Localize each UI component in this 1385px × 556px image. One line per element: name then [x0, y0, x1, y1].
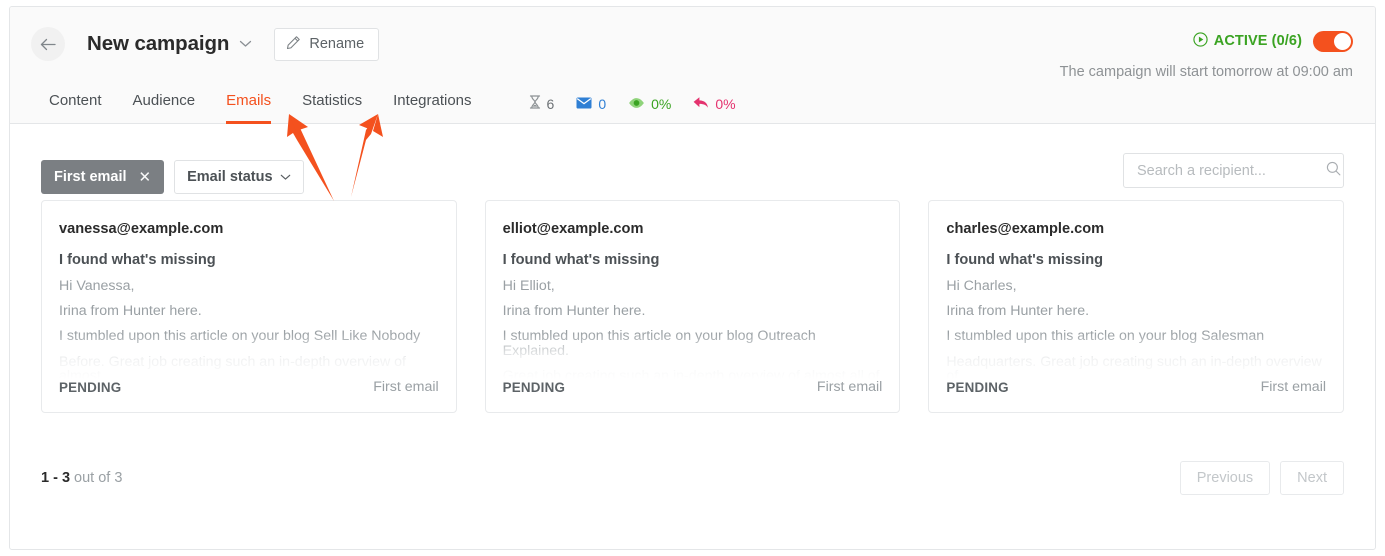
- email-card-list: vanessa@example.com I found what's missi…: [41, 200, 1345, 413]
- email-preview: Hi Charles, Irina from Hunter here. I st…: [946, 279, 1327, 379]
- preview-line: Hi Elliot,: [502, 279, 555, 294]
- status-badge: PENDING: [59, 379, 122, 395]
- recipient-email: elliot@example.com: [502, 221, 644, 237]
- rename-button[interactable]: Rename: [274, 27, 380, 61]
- pagination: 1 - 3 out of 3 Previous Next: [41, 413, 1344, 495]
- arrow-left-icon: [40, 37, 57, 52]
- campaign-window: New campaign Rename ACTIVE (0/6) The cam…: [9, 6, 1376, 550]
- tab-statistics[interactable]: Statistics: [302, 92, 362, 124]
- status-text: ACTIVE (0/6): [1213, 33, 1302, 49]
- status-badge: PENDING: [502, 379, 566, 395]
- status-row: ACTIVE (0/6): [1060, 27, 1353, 55]
- preview-line: Irina from Hunter here.: [502, 303, 646, 320]
- email-step-label: First email: [373, 379, 439, 395]
- campaign-active-toggle[interactable]: [1313, 30, 1353, 52]
- chevron-down-icon[interactable]: [239, 40, 252, 48]
- preview-line: I stumbled upon this article on your blo…: [946, 328, 1265, 345]
- email-card[interactable]: vanessa@example.com I found what's missi…: [41, 200, 457, 413]
- email-status-dropdown-label: Email status: [187, 168, 273, 185]
- reply-arrow-icon: [693, 96, 709, 112]
- email-card[interactable]: charles@example.com I found what's missi…: [928, 200, 1345, 413]
- pagination-range: 1 - 3: [41, 470, 71, 486]
- page-title: New campaign: [87, 32, 230, 55]
- emails-panel: First email ✕ Email status Search a reci…: [10, 124, 1375, 495]
- tab-emails[interactable]: Emails: [226, 92, 272, 124]
- search-box[interactable]: [1123, 153, 1344, 188]
- preview-line: I stumbled upon this article on your blo…: [502, 328, 816, 359]
- pagination-buttons: Previous Next: [1179, 461, 1344, 495]
- rename-label: Rename: [309, 36, 365, 52]
- play-circle-icon: [1193, 31, 1208, 51]
- email-preview: Hi Elliot, Irina from Hunter here. I stu…: [502, 279, 883, 379]
- email-subject: I found what's missing: [502, 252, 660, 268]
- previous-page-button[interactable]: Previous: [1179, 461, 1271, 495]
- preview-line: Irina from Hunter here.: [59, 303, 202, 320]
- email-step-label: First email: [1260, 379, 1327, 395]
- schedule-note: The campaign will start tomorrow at 09:0…: [1059, 64, 1353, 80]
- card-footer: PENDING First email: [946, 379, 1327, 412]
- metric-replied: 0%: [693, 95, 736, 112]
- next-page-button[interactable]: Next: [1280, 461, 1344, 495]
- card-footer: PENDING First email: [502, 379, 883, 412]
- close-icon[interactable]: ✕: [139, 168, 152, 186]
- recipient-email: charles@example.com: [946, 221, 1105, 237]
- metric-sent-value: 0: [598, 95, 607, 112]
- preview-line: I stumbled upon this article on your blo…: [59, 328, 421, 345]
- metric-opened: 0%: [628, 96, 671, 112]
- metric-sent: 0: [576, 96, 606, 112]
- page-header: New campaign Rename ACTIVE (0/6) The cam…: [10, 7, 1375, 124]
- filter-chip-first-email[interactable]: First email ✕: [41, 159, 165, 194]
- hourglass-icon: [529, 95, 541, 112]
- email-step-label: First email: [816, 379, 883, 395]
- status-badge: ACTIVE (0/6): [1193, 31, 1302, 51]
- preview-line: Irina from Hunter here.: [946, 303, 1090, 320]
- recipient-email: vanessa@example.com: [59, 221, 224, 237]
- metric-pending-value: 6: [546, 95, 555, 112]
- metric-replied-value: 0%: [715, 95, 736, 112]
- preview-line: Headquarters. Great job creating such an…: [946, 353, 1322, 379]
- email-status-dropdown[interactable]: Email status: [174, 159, 304, 194]
- chevron-down-icon: [280, 169, 291, 185]
- pencil-icon: [286, 35, 301, 54]
- pagination-summary: 1 - 3 out of 3: [41, 470, 122, 486]
- tab-audience[interactable]: Audience: [133, 92, 196, 124]
- preview-line: Hi Charles,: [946, 279, 1017, 294]
- filters-row: First email ✕ Email status: [41, 124, 1344, 200]
- header-status-area: ACTIVE (0/6) The campaign will start tom…: [1060, 27, 1353, 80]
- status-badge: PENDING: [946, 379, 1009, 395]
- envelope-icon: [576, 96, 592, 112]
- search-input[interactable]: [1135, 161, 1326, 180]
- metric-pending: 6: [529, 95, 555, 112]
- email-subject: I found what's missing: [59, 252, 216, 268]
- search-icon[interactable]: [1326, 161, 1341, 181]
- email-card[interactable]: elliot@example.com I found what's missin…: [484, 200, 901, 413]
- preview-line: Hi Vanessa,: [59, 279, 135, 294]
- metric-opened-value: 0%: [651, 95, 672, 112]
- tab-integrations[interactable]: Integrations: [393, 92, 471, 124]
- card-footer: PENDING First email: [59, 379, 439, 412]
- screenshot-root: New campaign Rename ACTIVE (0/6) The cam…: [0, 0, 1385, 556]
- preview-line: Before. Great job creating such an in-de…: [59, 353, 406, 379]
- email-preview: Hi Vanessa, Irina from Hunter here. I st…: [59, 279, 439, 379]
- pagination-total: out of 3: [70, 470, 123, 486]
- toggle-knob: [1334, 32, 1351, 50]
- eye-icon: [628, 96, 645, 112]
- preview-line: Great job creating such an in-depth over…: [502, 367, 880, 379]
- tab-content[interactable]: Content: [49, 92, 102, 124]
- back-button[interactable]: [31, 27, 65, 61]
- email-subject: I found what's missing: [946, 252, 1104, 268]
- tab-bar: Content Audience Emails Statistics Integ…: [10, 79, 1375, 124]
- filter-chip-label: First email: [54, 168, 127, 185]
- campaign-metrics: 6 0 0% 0%: [529, 95, 736, 123]
